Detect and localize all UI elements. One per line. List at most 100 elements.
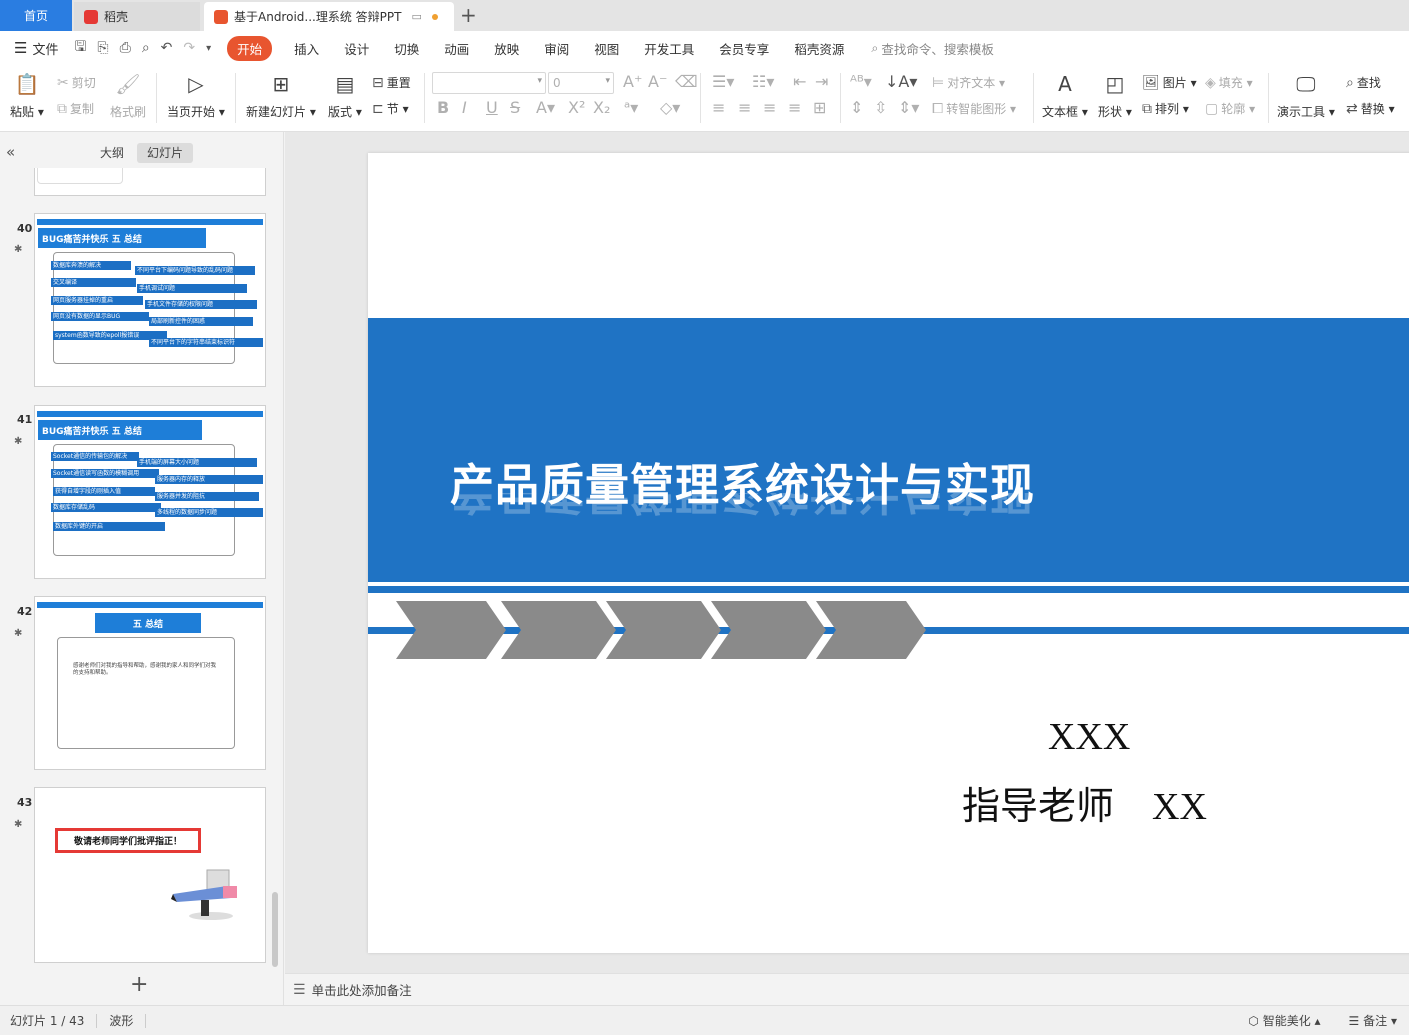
more-icon[interactable]: ▾ bbox=[206, 43, 211, 54]
current-slide[interactable]: 产品质量管理系统设计与实现 产品质量管理系统设计与实现 XXX 指导老师 XX bbox=[368, 153, 1409, 953]
text-direction-icon[interactable]: ↓A▾ bbox=[885, 72, 917, 91]
tab-start[interactable]: 开始 bbox=[227, 35, 273, 61]
new-tab-button[interactable]: + bbox=[460, 3, 477, 27]
new-slide-button[interactable]: ⊞ 新建幻灯片 ▾ bbox=[246, 65, 316, 120]
reset-button[interactable]: ⊟ 重置 bbox=[372, 74, 411, 91]
tab-member[interactable]: 会员专享 bbox=[719, 39, 769, 58]
text-box-frame-icon[interactable]: ᴬᴮ▾ bbox=[850, 72, 872, 91]
distribute-icon[interactable]: ⊞ bbox=[813, 98, 826, 117]
decrease-indent-icon[interactable]: ⇤ bbox=[793, 72, 806, 91]
font-color-icon[interactable]: A▾ bbox=[536, 98, 555, 117]
tab-transition[interactable]: 切换 bbox=[394, 39, 419, 58]
replace-button[interactable]: ⇄ 替换 ▾ bbox=[1346, 100, 1395, 117]
tab-slides[interactable]: 幻灯片 bbox=[137, 143, 194, 163]
monitor-icon[interactable]: ▭ bbox=[411, 10, 421, 23]
undo-icon[interactable]: ↶ bbox=[161, 40, 173, 56]
tab-insert[interactable]: 插入 bbox=[294, 39, 319, 58]
bullet-list-icon[interactable]: ☰▾ bbox=[712, 72, 734, 91]
tab-daoke-resources[interactable]: 稻壳资源 bbox=[794, 39, 844, 58]
align-right-icon[interactable]: ≡ bbox=[763, 98, 776, 117]
find-button[interactable]: ⌕ 查找 bbox=[1346, 74, 1381, 91]
author-name[interactable]: XXX bbox=[1048, 715, 1130, 759]
notes-placeholder[interactable]: 单击此处添加备注 bbox=[312, 980, 412, 999]
thumb-bullet: 多线程的数据同步问题 bbox=[155, 508, 263, 517]
font-family-select[interactable] bbox=[432, 72, 546, 94]
copy-button[interactable]: ⧉ 复制 bbox=[57, 100, 94, 117]
layout-button[interactable]: ▤ 版式 ▾ bbox=[328, 65, 362, 120]
cut-button[interactable]: ✂ 剪切 bbox=[57, 74, 96, 91]
font-size-select[interactable]: 0 bbox=[548, 72, 614, 94]
divider bbox=[424, 73, 425, 123]
subscript-icon[interactable]: X₂ bbox=[593, 98, 610, 117]
italic-icon[interactable]: I bbox=[462, 98, 467, 117]
tab-outline[interactable]: 大纲 bbox=[90, 143, 134, 163]
collapse-panel-icon[interactable]: « bbox=[6, 143, 15, 161]
paragraph-spacing-icon[interactable]: ⇳ bbox=[874, 98, 887, 117]
advisor-line[interactable]: 指导老师 XX bbox=[962, 775, 1207, 830]
save-icon[interactable]: 🖫 bbox=[74, 36, 86, 60]
decrease-font-icon[interactable]: A⁻ bbox=[648, 72, 667, 91]
picture-button[interactable]: 🖼 图片 ▾ bbox=[1142, 74, 1197, 91]
file-menu[interactable]: ☰ 文件 bbox=[14, 39, 58, 58]
export-pdf-icon[interactable]: ⎘ bbox=[97, 40, 108, 56]
tab-animation[interactable]: 动画 bbox=[444, 39, 469, 58]
search-icon: ⌕ bbox=[871, 40, 879, 55]
tab-home[interactable]: 首页 bbox=[0, 0, 72, 31]
thumb-bullet: 获得自增字段的刚插入值 bbox=[53, 487, 155, 496]
superscript-icon[interactable]: X² bbox=[568, 98, 585, 117]
shape-button[interactable]: ◰ 形状 ▾ bbox=[1098, 65, 1132, 120]
print-preview-icon[interactable]: ⌕ bbox=[142, 40, 150, 56]
section-button[interactable]: ⊏ 节 ▾ bbox=[372, 100, 409, 117]
align-center-icon[interactable]: ≡ bbox=[738, 98, 751, 117]
presentation-tools-button[interactable]: 🖵 演示工具 ▾ bbox=[1277, 65, 1335, 120]
play-from-current-button[interactable]: ▷ 当页开始 ▾ bbox=[167, 65, 225, 120]
add-slide-button[interactable]: + bbox=[130, 972, 148, 997]
smart-beautify-button[interactable]: ⬡ 智能美化 ▴ bbox=[1248, 1012, 1320, 1029]
arrange-button[interactable]: ⧉ 排列 ▾ bbox=[1142, 100, 1189, 117]
underline-icon[interactable]: U bbox=[486, 98, 498, 117]
highlight-icon[interactable]: ◇▾ bbox=[660, 98, 680, 117]
chevron-shape bbox=[816, 601, 926, 659]
outline-button[interactable]: ▢ 轮廓 ▾ bbox=[1205, 100, 1255, 117]
line-spacing-icon[interactable]: ⇕ bbox=[850, 98, 863, 117]
tab-review[interactable]: 审阅 bbox=[544, 39, 569, 58]
print-icon[interactable]: ⎙ bbox=[120, 40, 131, 56]
ribbon-tabs: 开始 插入 设计 切换 动画 放映 审阅 视图 开发工具 会员专享 稻壳资源 ⌕… bbox=[227, 35, 994, 61]
textbox-label: 文本框 bbox=[1042, 105, 1079, 119]
tab-document[interactable]: 基于Android...理系统 答辩PPT ▭ bbox=[204, 2, 454, 31]
notes-bar[interactable]: ☰ 单击此处添加备注 bbox=[285, 973, 1409, 1005]
tab-view[interactable]: 视图 bbox=[594, 39, 619, 58]
phonetic-icon[interactable]: ᵃ▾ bbox=[624, 98, 638, 117]
tab-daoke[interactable]: 稻壳 bbox=[74, 2, 200, 31]
fill-button[interactable]: ◈ 填充 ▾ bbox=[1205, 74, 1253, 91]
slide-thumbnail-40[interactable]: BUG痛苦并快乐 五 总结 数据库奔溃的解决 不同平台下编码问题导致的乱码问题 … bbox=[34, 213, 266, 387]
numbered-list-icon[interactable]: ☷▾ bbox=[752, 72, 774, 91]
bold-icon[interactable]: B bbox=[437, 98, 449, 117]
slide-thumbnail-43[interactable]: 敬请老师同学们批评指正！ bbox=[34, 787, 266, 963]
slide-number: 40 bbox=[17, 222, 33, 235]
format-painter-button[interactable]: 🖌 格式刷 bbox=[110, 65, 146, 120]
command-search[interactable]: ⌕ 查找命令、搜索模板 bbox=[871, 39, 994, 58]
panel-scrollbar[interactable] bbox=[272, 892, 278, 967]
notes-toggle-label: 备注 bbox=[1363, 1014, 1388, 1028]
paste-button[interactable]: 📋 粘贴 ▾ bbox=[10, 65, 44, 120]
clear-format-icon[interactable]: ⌫ bbox=[675, 72, 698, 91]
slide-thumbnail-42[interactable]: 五 总结 感谢老师们对我的指导和帮助，感谢我的家人和同学们对我的支持和帮助。 bbox=[34, 596, 266, 770]
smart-shape-button[interactable]: ⧠ 转智能图形 ▾ bbox=[932, 100, 1016, 117]
notes-toggle-button[interactable]: ☰ 备注 ▾ bbox=[1349, 1012, 1397, 1029]
slide-thumbnail-39[interactable] bbox=[34, 168, 266, 196]
redo-icon[interactable]: ↷ bbox=[183, 40, 195, 56]
align-text-button[interactable]: ⊨ 对齐文本 ▾ bbox=[932, 74, 1005, 91]
increase-indent-icon[interactable]: ⇥ bbox=[815, 72, 828, 91]
spacing-more-icon[interactable]: ⇕▾ bbox=[898, 98, 919, 117]
justify-icon[interactable]: ≡ bbox=[788, 98, 801, 117]
tab-slideshow[interactable]: 放映 bbox=[494, 39, 519, 58]
tab-developer[interactable]: 开发工具 bbox=[644, 39, 694, 58]
tab-design[interactable]: 设计 bbox=[344, 39, 369, 58]
align-left-icon[interactable]: ≡ bbox=[712, 98, 725, 117]
textbox-button[interactable]: A 文本框 ▾ bbox=[1042, 65, 1088, 120]
notes-icon: ☰ bbox=[293, 981, 306, 998]
increase-font-icon[interactable]: A⁺ bbox=[623, 72, 642, 91]
strikethrough-icon[interactable]: S bbox=[510, 98, 520, 117]
slide-thumbnail-41[interactable]: BUG痛苦并快乐 五 总结 Socket通信的传输包的解决 手机端的屏幕大小问题… bbox=[34, 405, 266, 579]
